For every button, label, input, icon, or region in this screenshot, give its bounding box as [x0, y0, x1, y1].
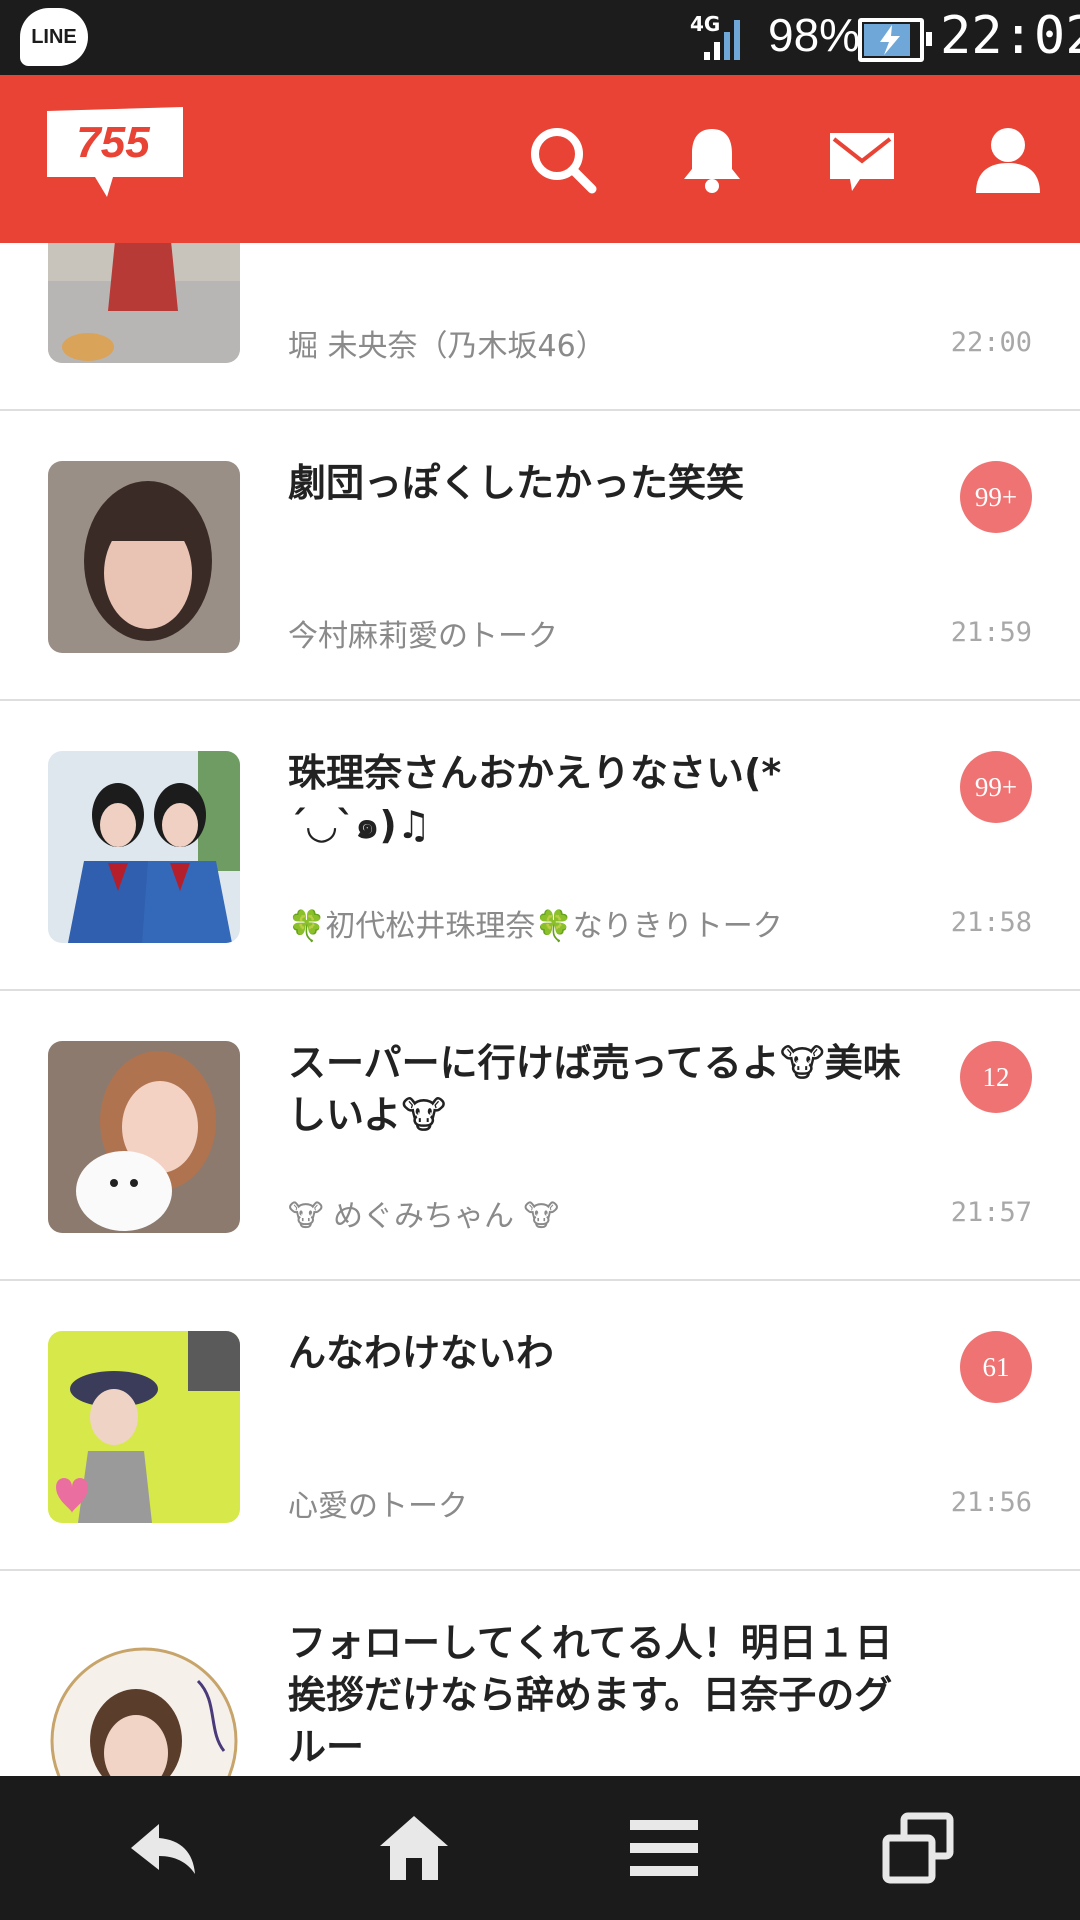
app-logo-text: 755	[76, 118, 150, 167]
home-icon[interactable]	[376, 1810, 452, 1886]
talk-thumbnail	[48, 461, 240, 653]
talk-last-message: フォローしてくれてる人！明日１日挨拶だけなら辞めます。日奈子のグルー	[288, 1621, 893, 1769]
talk-room-name: 🐮 めぐみちゃん 🐮	[288, 1199, 559, 1234]
talk-time: 21:57	[950, 1197, 1032, 1228]
recent-apps-icon[interactable]	[880, 1810, 956, 1886]
list-item[interactable]: スーパーに行けば売ってるよ🐮美味しいよ🐮 12 🐮 めぐみちゃん 🐮 21:57	[0, 991, 1080, 1281]
list-item[interactable]: 劇団っぽくしたかった笑笑 99+ 今村麻莉愛のトーク 21:59	[0, 411, 1080, 701]
menu-icon[interactable]	[626, 1810, 702, 1886]
talk-room-name: 🍀初代松井珠理奈🍀なりきりトーク	[288, 909, 783, 944]
app-logo[interactable]: 755	[47, 107, 183, 199]
talk-last-message: スーパーに行けば売ってるよ🐮美味しいよ🐮	[288, 1041, 901, 1137]
line-notification-icon: LINE	[20, 8, 88, 66]
talk-last-message: んなわけないわ	[288, 1331, 555, 1375]
list-item[interactable]: フォローしてくれてる人！明日１日挨拶だけなら辞めます。日奈子のグルー	[0, 1571, 1080, 1776]
unread-badge: 61	[960, 1331, 1032, 1403]
signal-icon	[704, 20, 740, 60]
talk-thumbnail	[48, 751, 240, 943]
talk-thumbnail	[48, 243, 240, 363]
list-item[interactable]: 堀 未央奈（乃木坂46） 22:00	[0, 243, 1080, 411]
unread-badge: 12	[960, 1041, 1032, 1113]
mail-icon[interactable]	[826, 123, 898, 195]
battery-icon	[858, 18, 932, 62]
talk-time: 22:00	[950, 327, 1032, 358]
talk-thumbnail	[48, 1331, 240, 1523]
talk-room-name: 堀 未央奈（乃木坂46）	[288, 329, 606, 364]
system-nav-bar	[0, 1776, 1080, 1920]
talk-time: 21:59	[950, 617, 1032, 648]
battery-percent: 98%	[768, 9, 861, 61]
talk-room-name: 今村麻莉愛のトーク	[288, 619, 558, 654]
clock: 22:02	[940, 6, 1080, 66]
unread-badge: 99+	[960, 461, 1032, 533]
list-item[interactable]: 珠理奈さんおかえりなさい(*´◡`๑)♫ 99+ 🍀初代松井珠理奈🍀なりきりトー…	[0, 701, 1080, 991]
talk-last-message: 劇団っぽくしたかった笑笑	[288, 461, 745, 505]
talk-time: 21:58	[950, 907, 1032, 938]
back-icon[interactable]	[125, 1810, 201, 1886]
profile-icon[interactable]	[972, 123, 1044, 195]
list-item[interactable]: んなわけないわ 61 心愛のトーク 21:56	[0, 1281, 1080, 1571]
status-bar: LINE 4G 98% 22:02	[0, 0, 1080, 75]
talk-list[interactable]: 堀 未央奈（乃木坂46） 22:00 劇団っぽくしたかった笑笑 99+ 今村麻莉…	[0, 243, 1080, 1776]
unread-badge: 99+	[960, 751, 1032, 823]
talk-thumbnail	[48, 1621, 240, 1776]
talk-last-message: 珠理奈さんおかえりなさい(*´◡`๑)♫	[288, 751, 782, 847]
talk-thumbnail	[48, 1041, 240, 1233]
talk-time: 21:56	[950, 1487, 1032, 1518]
talk-room-name: 心愛のトーク	[288, 1489, 468, 1524]
app-header: 755	[0, 75, 1080, 243]
search-icon[interactable]	[526, 123, 598, 195]
bell-icon[interactable]	[676, 123, 748, 195]
